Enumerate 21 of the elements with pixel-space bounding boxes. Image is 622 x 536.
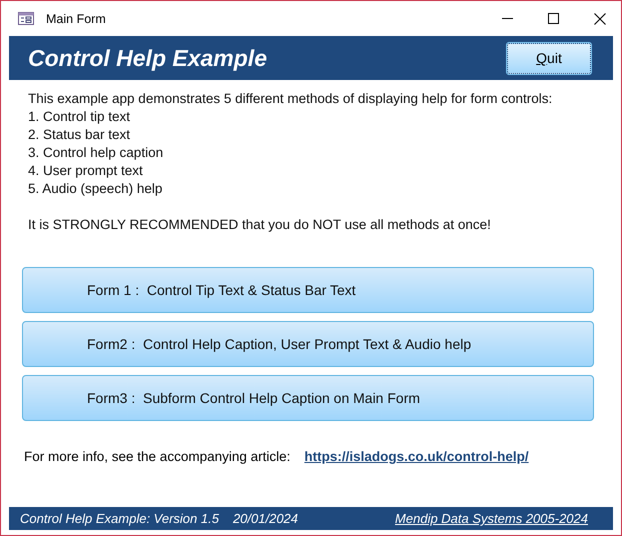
form-heading: Control Help Example <box>28 44 267 72</box>
date-text: 20/01/2024 <box>232 511 298 526</box>
version-text: Control Help Example: Version 1.5 <box>20 511 219 526</box>
method-item: 3. Control help caption <box>28 144 164 162</box>
intro-text: This example app demonstrates 5 different methods of displaying help for form controls: <box>28 90 554 108</box>
quit-button[interactable]: Quit <box>507 42 591 74</box>
close-icon[interactable] <box>594 12 606 24</box>
method-item: 2. Status bar text <box>28 126 132 144</box>
form-icon <box>18 12 34 25</box>
form-button[interactable]: Form 1 : Control Tip Text & Status Bar Text <box>22 267 594 313</box>
copyright-link[interactable]: Mendip Data Systems 2005-2024 <box>395 511 588 526</box>
method-item: 5. Audio (speech) help <box>28 180 164 198</box>
form-button[interactable]: Form3 : Subform Control Help Caption on Main Form <box>22 375 594 421</box>
article-link[interactable]: https://isladogs.co.uk/control-help/ <box>304 449 529 464</box>
form-button[interactable]: Form2 : Control Help Caption, User Prompt Text & Audio help <box>22 321 594 367</box>
method-item: 1. Control tip text <box>28 108 132 126</box>
window-title: Main Form <box>46 12 107 26</box>
method-item: 4. User prompt text <box>28 162 144 180</box>
info-text: For more info, see the accompanying article: <box>24 449 290 464</box>
maximize-icon[interactable] <box>548 13 559 24</box>
warning-text: It is STRONGLY RECOMMENDED that you do NOT use all methods at once! <box>28 216 492 234</box>
